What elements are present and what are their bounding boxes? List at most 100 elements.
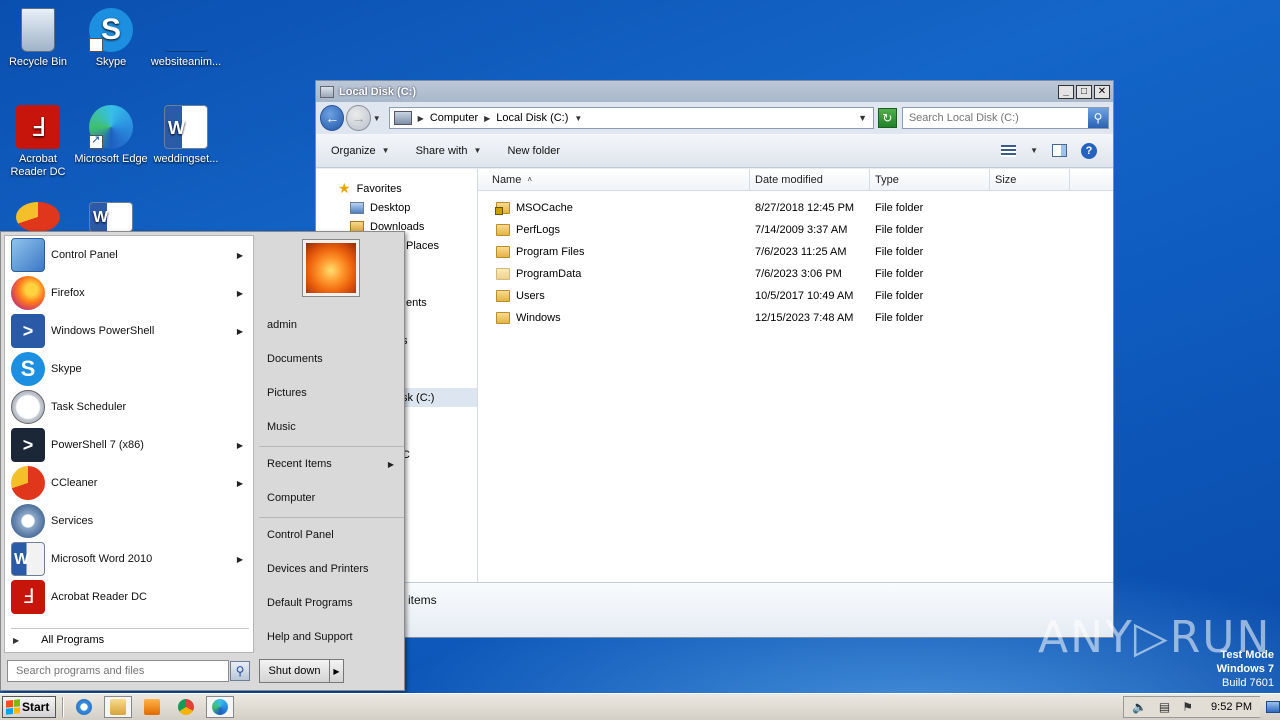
start-link-user[interactable]: admin: [259, 312, 404, 338]
start-button[interactable]: Start: [2, 696, 56, 718]
refresh-button[interactable]: ↻: [878, 108, 897, 128]
table-row[interactable]: ProgramData 7/6/2023 3:06 PM File folder: [478, 263, 1113, 285]
start-menu-places: admin Documents Pictures Music Recent It…: [259, 232, 404, 692]
start-item-services[interactable]: Services: [5, 502, 253, 540]
start-link-pictures[interactable]: Pictures: [259, 380, 404, 406]
back-button[interactable]: ←: [320, 105, 345, 131]
start-item-acrobat[interactable]: Ⅎ Acrobat Reader DC: [5, 578, 253, 616]
explorer-titlebar[interactable]: Local Disk (C:) _ □ ✕: [316, 81, 1113, 102]
avatar[interactable]: [302, 239, 360, 297]
start-link-recent-items[interactable]: Recent Items ▶: [259, 451, 404, 477]
start-link-help-support[interactable]: Help and Support: [259, 624, 404, 650]
forward-button[interactable]: →: [346, 105, 371, 131]
chevron-right-icon[interactable]: ▶: [418, 114, 424, 123]
services-icon: [11, 504, 45, 538]
recent-pages-dropdown[interactable]: ▼: [373, 114, 381, 123]
start-item-windows-powershell[interactable]: > Windows PowerShell ▶: [5, 312, 253, 350]
shutdown-button[interactable]: Shut down ▶: [259, 659, 344, 683]
preview-pane-icon[interactable]: [1052, 144, 1067, 157]
start-link-computer[interactable]: Computer: [259, 485, 404, 511]
chevron-down-icon[interactable]: ▼: [574, 114, 582, 123]
nav-favorites[interactable]: ★ Favorites: [316, 179, 477, 198]
table-row[interactable]: Windows 12/15/2023 7:48 AM File folder: [478, 307, 1113, 329]
views-dropdown-icon[interactable]: ▼: [1030, 146, 1038, 155]
share-with-button[interactable]: Share with ▼: [416, 145, 482, 157]
taskbar-edge[interactable]: [206, 696, 234, 718]
acrobat-icon: Ⅎ: [16, 105, 60, 149]
search-icon[interactable]: ⚲: [1087, 108, 1108, 128]
window-title: Local Disk (C:): [339, 85, 417, 98]
start-item-control-panel[interactable]: Control Panel ▶: [5, 236, 253, 274]
taskbar-explorer[interactable]: [104, 696, 132, 718]
table-row[interactable]: MSOCache 8/27/2018 12:45 PM File folder: [478, 197, 1113, 219]
desktop-icon-acrobat[interactable]: Ⅎ Acrobat Reader DC: [0, 105, 76, 179]
search-icon[interactable]: ⚲: [230, 661, 250, 681]
start-search[interactable]: [7, 660, 229, 682]
powershell7-icon: >: [11, 428, 45, 462]
desktop-icon-recycle-bin[interactable]: Recycle Bin: [0, 8, 76, 69]
start-item-task-scheduler[interactable]: Task Scheduler: [5, 388, 253, 426]
start-item-powershell7[interactable]: > PowerShell 7 (x86) ▶: [5, 426, 253, 464]
column-size[interactable]: Size: [990, 169, 1070, 190]
clock[interactable]: 9:52 PM: [1211, 701, 1252, 713]
edge-icon: [212, 699, 228, 715]
folder-icon: [496, 312, 510, 324]
minimize-button[interactable]: _: [1058, 84, 1074, 99]
help-icon[interactable]: ?: [1081, 142, 1097, 159]
command-bar: Organize ▼ Share with ▼ New folder ▼ ?: [316, 134, 1113, 168]
star-icon: ★: [338, 180, 351, 196]
show-desktop-button[interactable]: [1266, 701, 1280, 713]
start-item-word[interactable]: W Microsoft Word 2010 ▶: [5, 540, 253, 578]
start-link-devices-printers[interactable]: Devices and Printers: [259, 556, 404, 582]
volume-icon[interactable]: 🔈: [1132, 700, 1147, 714]
start-search-input[interactable]: [8, 665, 228, 677]
desktop-icon-websiteanim[interactable]: websiteanim...: [148, 8, 224, 69]
explorer-content: ★ Favorites Desktop Downloads Places ents…: [316, 169, 1113, 582]
taskbar-chrome[interactable]: [172, 696, 200, 718]
desktop-icon-edge[interactable]: Microsoft Edge: [73, 105, 149, 166]
maximize-button[interactable]: □: [1076, 84, 1092, 99]
drive-icon: [320, 85, 334, 98]
table-row[interactable]: Program Files 7/6/2023 11:25 AM File folde…: [478, 241, 1113, 263]
close-button[interactable]: ✕: [1094, 84, 1110, 99]
column-name[interactable]: Name ˄: [478, 169, 750, 190]
start-item-ccleaner[interactable]: CCleaner ▶: [5, 464, 253, 502]
chevron-right-icon: ▶: [236, 288, 243, 298]
internet-explorer-icon: [76, 699, 92, 715]
column-type[interactable]: Type: [870, 169, 990, 190]
address-bar[interactable]: ▶ Computer ▶ Local Disk (C:) ▼ ▼: [388, 107, 875, 129]
shutdown-options-icon[interactable]: ▶: [329, 660, 343, 682]
word-doc-icon: W: [89, 202, 133, 232]
start-link-music[interactable]: Music: [259, 414, 404, 440]
column-date[interactable]: Date modified: [750, 169, 870, 190]
table-row[interactable]: PerfLogs 7/14/2009 3:37 AM File folder: [478, 219, 1113, 241]
start-link-control-panel[interactable]: Control Panel: [259, 522, 404, 548]
explorer-search[interactable]: ⚲: [901, 107, 1109, 129]
views-icon[interactable]: [1001, 144, 1017, 157]
chevron-right-icon[interactable]: ▶: [484, 114, 490, 123]
file-list: Name ˄ Date modified Type Size MSOCache 8/…: [478, 169, 1113, 582]
action-center-flag-icon[interactable]: ⚑: [1182, 700, 1193, 714]
breadcrumb-local-disk[interactable]: Local Disk (C:): [496, 112, 568, 124]
start-item-firefox[interactable]: Firefox ▶: [5, 274, 253, 312]
desktop-icon-weddingset[interactable]: W weddingset...: [148, 105, 224, 166]
start-link-default-programs[interactable]: Default Programs: [259, 590, 404, 616]
firefox-icon: [11, 276, 45, 310]
media-player-icon: [144, 699, 160, 715]
nav-desktop[interactable]: Desktop: [316, 198, 477, 217]
taskbar-ie[interactable]: [70, 696, 98, 718]
all-programs-button[interactable]: ▶ All Programs: [13, 634, 104, 646]
start-link-documents[interactable]: Documents: [259, 346, 404, 372]
taskbar-media-player[interactable]: [138, 696, 166, 718]
breadcrumb-computer[interactable]: Computer: [430, 112, 478, 124]
table-row[interactable]: Users 10/5/2017 10:49 AM File folder: [478, 285, 1113, 307]
desktop-icon-skype[interactable]: S Skype: [73, 8, 149, 80]
address-dropdown-icon[interactable]: ▼: [858, 113, 867, 123]
item-count: items: [408, 593, 437, 607]
ccleaner-icon: [11, 466, 45, 500]
new-folder-button[interactable]: New folder: [507, 145, 560, 157]
explorer-search-input[interactable]: [902, 112, 1088, 124]
organize-button[interactable]: Organize ▼: [331, 145, 390, 157]
network-icon[interactable]: ▤: [1159, 700, 1170, 714]
start-item-skype[interactable]: S Skype: [5, 350, 253, 388]
